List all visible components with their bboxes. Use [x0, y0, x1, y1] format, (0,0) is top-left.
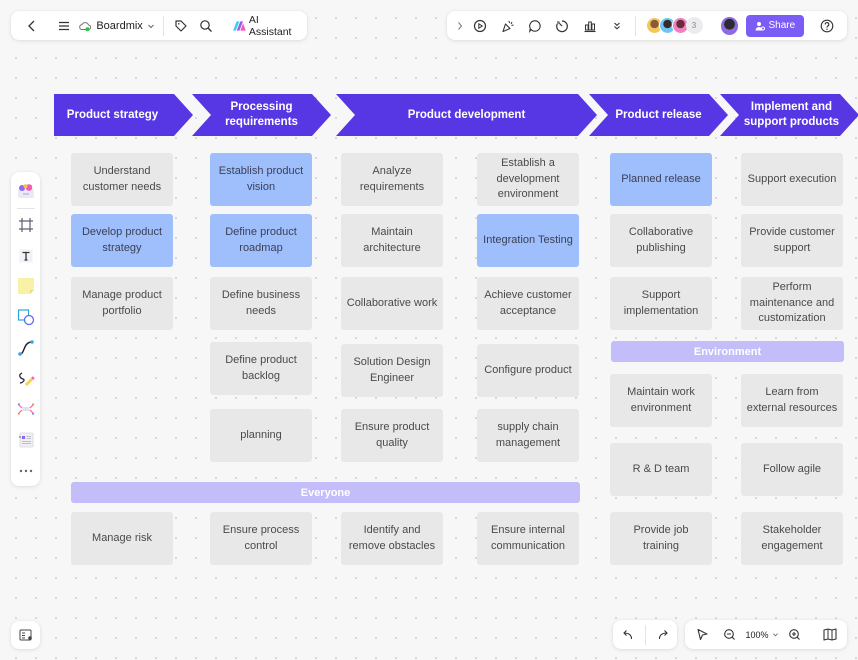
- task-card[interactable]: Analyze requirements: [341, 153, 443, 206]
- current-user-avatar[interactable]: [720, 16, 739, 35]
- top-left-toolbar: Boardmix AI Assistant: [11, 11, 307, 40]
- connector-tool-icon[interactable]: [11, 333, 40, 364]
- task-card[interactable]: Maintain architecture: [341, 214, 443, 267]
- zoom-in-icon[interactable]: [784, 624, 806, 646]
- stage-arrow-product-release[interactable]: Product release: [589, 94, 728, 136]
- task-card[interactable]: supply chain management: [477, 409, 579, 462]
- map-view-icon[interactable]: [819, 624, 841, 646]
- outline-panel-button[interactable]: [11, 621, 40, 649]
- menu-icon[interactable]: [51, 12, 77, 40]
- chevron-down-icon: [147, 24, 154, 28]
- task-card[interactable]: Manage risk: [71, 512, 173, 565]
- present-play-icon[interactable]: [467, 12, 494, 40]
- group-bar-environment[interactable]: Environment: [611, 341, 844, 362]
- task-card[interactable]: Achieve customer acceptance: [477, 277, 579, 330]
- stage-arrow-implement-support[interactable]: Implement and support products: [720, 94, 858, 136]
- task-card[interactable]: Establish a development environment: [477, 153, 579, 206]
- timer-icon[interactable]: [549, 12, 576, 40]
- left-toolbar: [11, 172, 40, 486]
- task-card[interactable]: Define business needs: [210, 277, 312, 330]
- task-card[interactable]: Perform maintenance and customization: [741, 277, 843, 330]
- task-card[interactable]: Develop product strategy: [71, 214, 173, 267]
- task-card[interactable]: Stakeholder engagement: [741, 512, 843, 565]
- avatar-extra-count[interactable]: 3: [685, 17, 703, 34]
- task-card[interactable]: Identify and remove obstacles: [341, 512, 443, 565]
- tag-icon[interactable]: [168, 12, 194, 40]
- stage-arrow-product-strategy[interactable]: Product strategy: [54, 94, 193, 136]
- frame-tool-icon[interactable]: [11, 210, 40, 241]
- task-card[interactable]: Provide job training: [610, 512, 712, 565]
- template-library-icon[interactable]: [11, 176, 40, 207]
- top-right-toolbar: 3 Share: [447, 11, 847, 40]
- text-tool-icon[interactable]: [11, 240, 40, 271]
- task-card[interactable]: Support implementation: [610, 277, 712, 330]
- help-icon[interactable]: [814, 12, 841, 40]
- divider: [644, 624, 646, 645]
- zoom-controls: 100%: [685, 620, 847, 649]
- divider: [634, 15, 636, 36]
- ai-assistant-button[interactable]: AI Assistant: [233, 14, 299, 38]
- task-card[interactable]: R & D team: [610, 443, 712, 496]
- cloud-icon: [79, 21, 92, 31]
- back-icon[interactable]: [19, 12, 45, 40]
- task-card[interactable]: Collaborative publishing: [610, 214, 712, 267]
- history-controls: [613, 620, 677, 649]
- task-card[interactable]: Ensure process control: [210, 512, 312, 565]
- undo-icon[interactable]: [616, 623, 640, 647]
- task-card[interactable]: Solution Design Engineer: [341, 344, 443, 397]
- task-card[interactable]: Collaborative work: [341, 277, 443, 330]
- divider: [162, 15, 164, 36]
- sticky-note-icon[interactable]: [11, 271, 40, 302]
- redo-icon[interactable]: [651, 623, 675, 647]
- task-card[interactable]: Provide customer support: [741, 214, 843, 267]
- task-card[interactable]: Define product backlog: [210, 342, 312, 395]
- comment-icon[interactable]: [521, 12, 548, 40]
- task-card[interactable]: Integration Testing: [477, 214, 579, 267]
- chevron-down-icon: [772, 633, 778, 637]
- more-templates-icon[interactable]: [11, 425, 40, 456]
- divider: [16, 207, 35, 209]
- more-chevrons-icon[interactable]: [603, 12, 630, 40]
- stage-arrow-processing-requirements[interactable]: Processing requirements: [192, 94, 331, 136]
- task-card[interactable]: Ensure product quality: [341, 409, 443, 462]
- mind-map-icon[interactable]: [11, 394, 40, 425]
- zoom-out-icon[interactable]: [718, 624, 740, 646]
- search-icon[interactable]: [193, 12, 219, 40]
- board-name: Boardmix: [96, 19, 143, 32]
- more-tools-icon[interactable]: [11, 455, 40, 486]
- task-card[interactable]: Ensure internal communication: [477, 512, 579, 565]
- expand-chevron-icon[interactable]: [453, 12, 467, 40]
- pen-tool-icon[interactable]: [11, 363, 40, 394]
- share-button[interactable]: Share: [746, 14, 804, 37]
- task-card[interactable]: Planned release: [610, 153, 712, 206]
- group-bar-everyone[interactable]: Everyone: [71, 482, 580, 503]
- ai-logo-icon: [233, 20, 246, 31]
- collaborator-avatars[interactable]: 3: [645, 17, 703, 34]
- task-card[interactable]: Follow agile: [741, 443, 843, 496]
- task-card[interactable]: Define product roadmap: [210, 214, 312, 267]
- outline-icon: [19, 629, 33, 641]
- task-card[interactable]: Maintain work environment: [610, 374, 712, 427]
- task-card[interactable]: planning: [210, 409, 312, 462]
- share-user-icon: [755, 21, 765, 30]
- stage-arrow-product-development[interactable]: Product development: [336, 94, 597, 136]
- celebrate-icon[interactable]: [494, 12, 521, 40]
- task-card[interactable]: Learn from external resources: [741, 374, 843, 427]
- task-card[interactable]: Understand customer needs: [71, 153, 173, 206]
- vote-chart-icon[interactable]: [576, 12, 603, 40]
- task-card[interactable]: Support execution: [741, 153, 843, 206]
- select-cursor-icon[interactable]: [691, 624, 713, 646]
- board-name-dropdown[interactable]: Boardmix: [78, 20, 154, 32]
- zoom-level-dropdown[interactable]: 100%: [745, 630, 778, 640]
- shape-tool-icon[interactable]: [11, 302, 40, 333]
- task-card[interactable]: Configure product: [477, 344, 579, 397]
- task-card[interactable]: Manage product portfolio: [71, 277, 173, 330]
- task-card[interactable]: Establish product vision: [210, 153, 312, 206]
